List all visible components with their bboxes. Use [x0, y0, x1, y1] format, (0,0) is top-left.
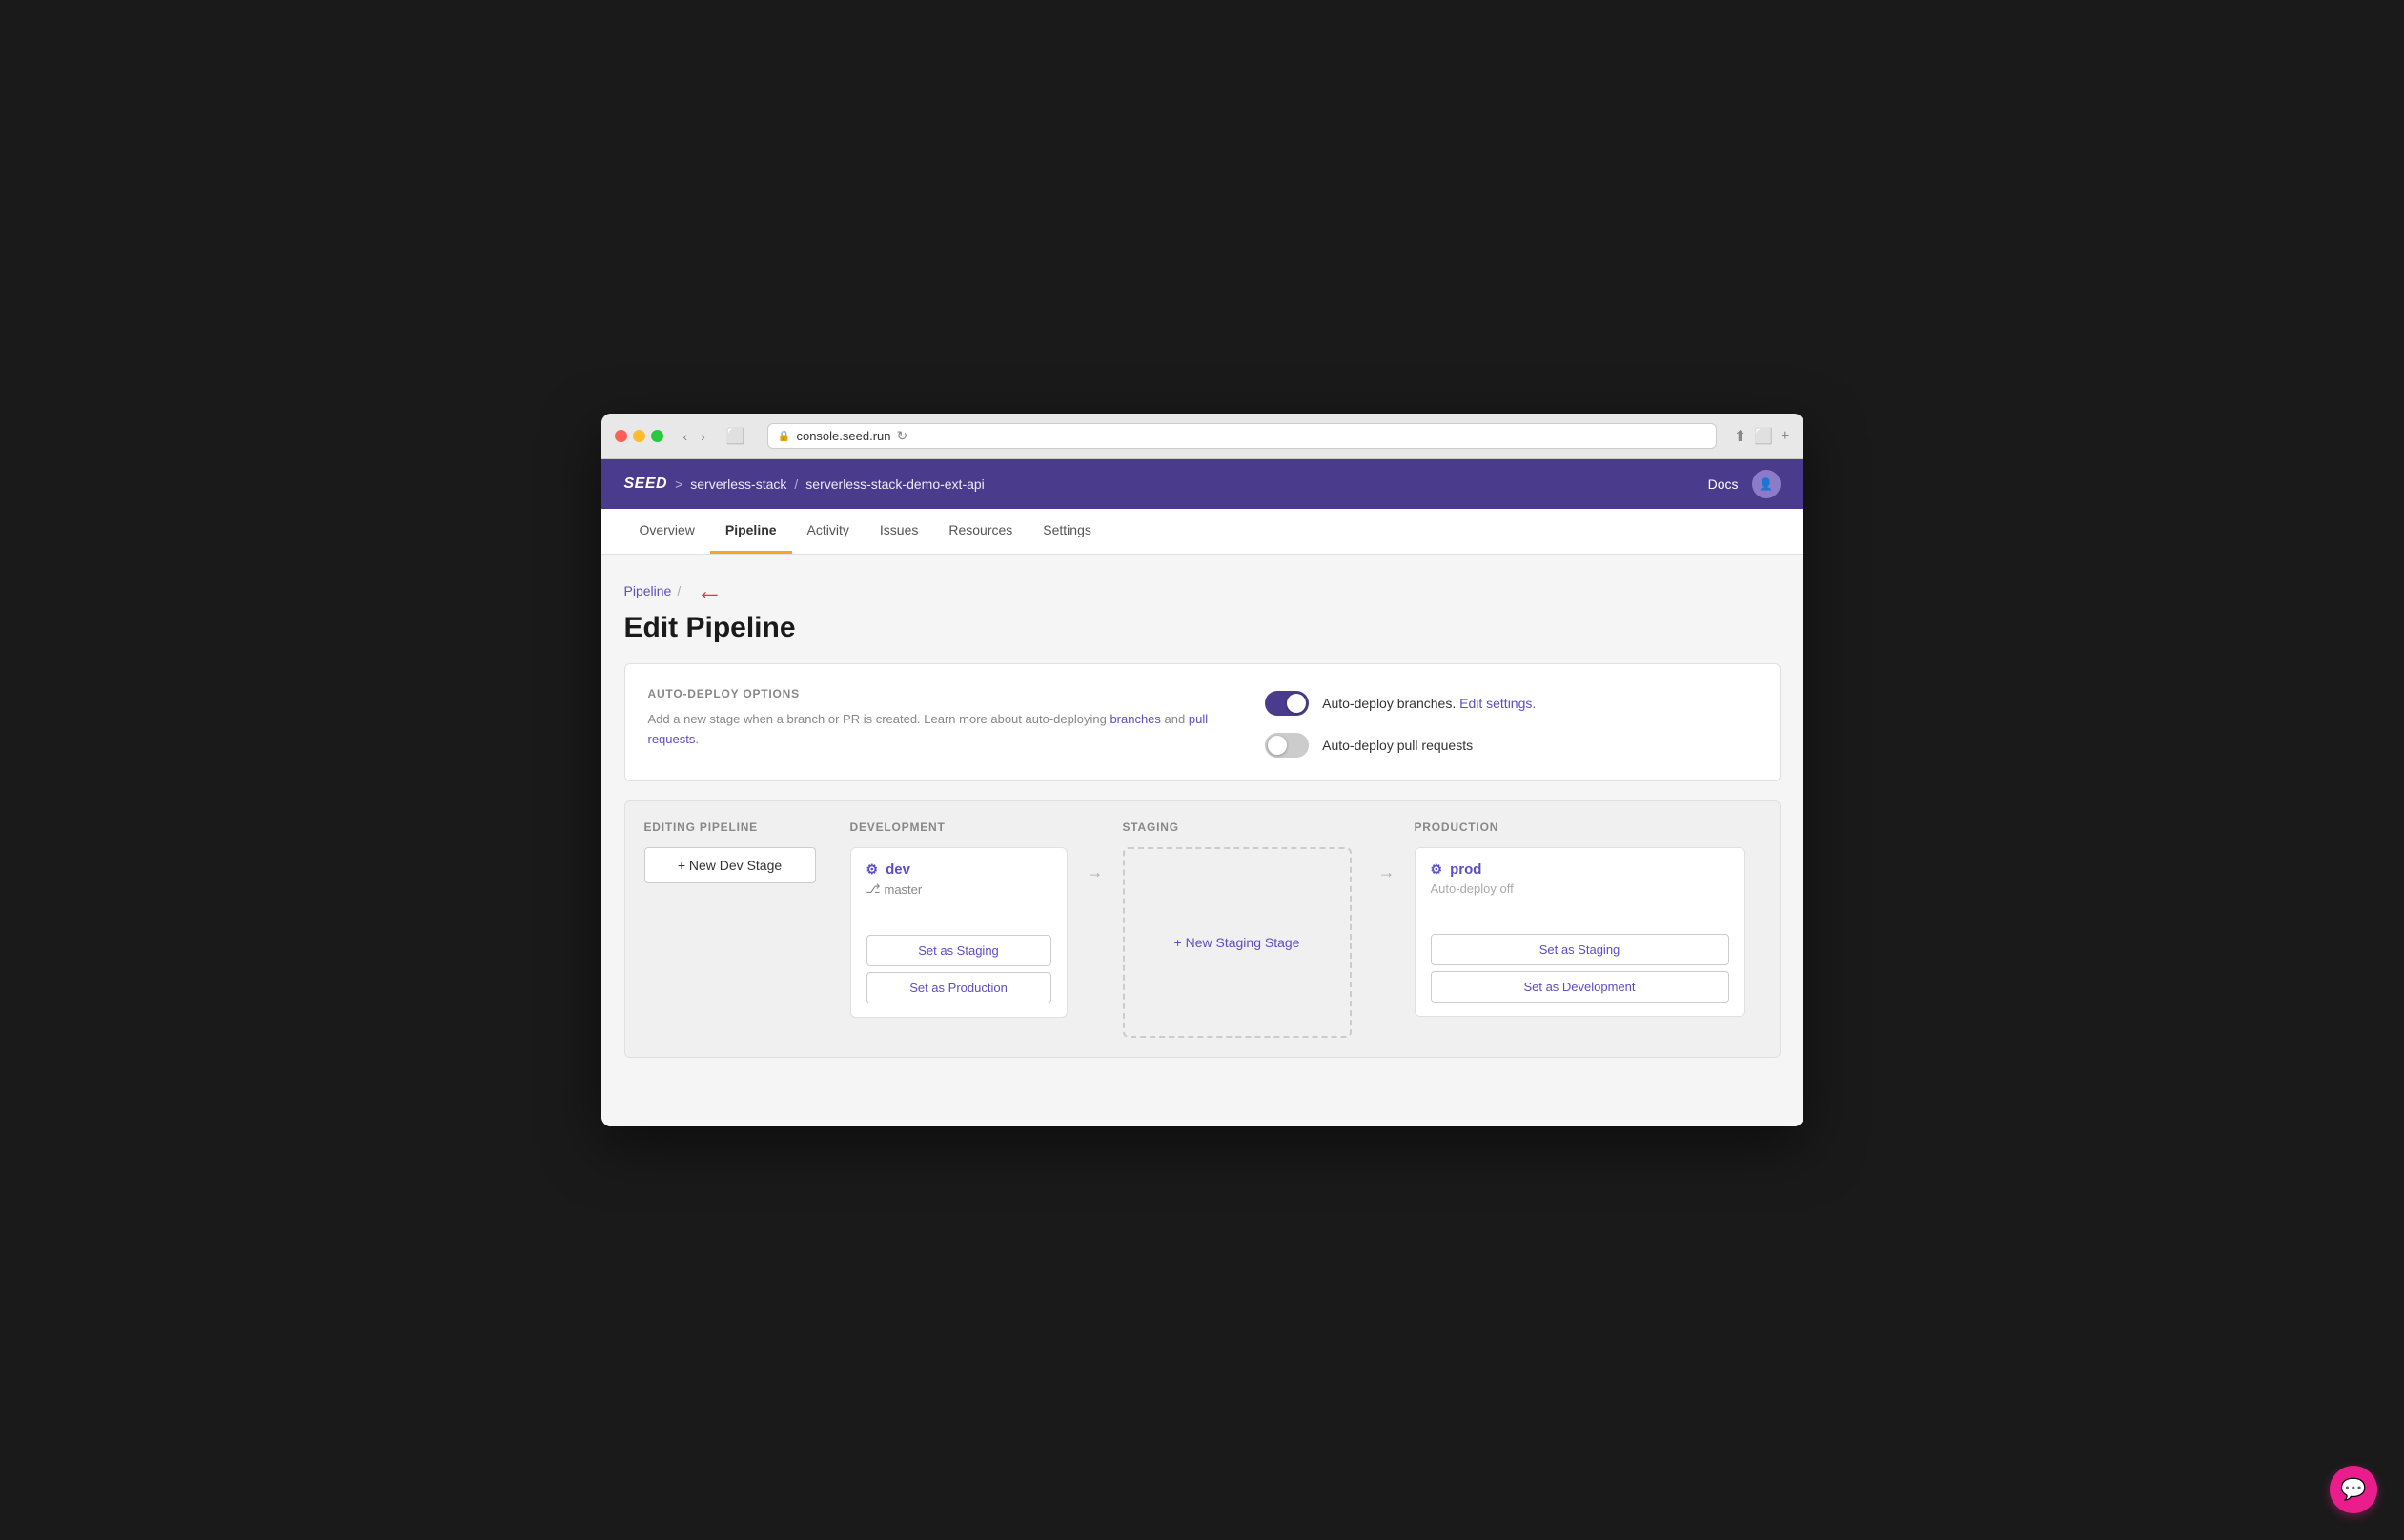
minimize-dot[interactable]: [633, 430, 645, 442]
dev-stage-card: ⚙ dev ⎇ master Set as Staging Set as Pro…: [850, 847, 1068, 1018]
tab-activity[interactable]: Activity: [792, 509, 865, 554]
breadcrumb-slash: /: [794, 476, 798, 492]
seed-logo[interactable]: SEED: [624, 476, 668, 493]
address-bar[interactable]: 🔒 console.seed.run ↻: [767, 423, 1717, 449]
tab-pipeline[interactable]: Pipeline: [710, 509, 792, 554]
new-staging-stage-button[interactable]: + New Staging Stage: [1123, 847, 1352, 1038]
url-text: console.seed.run: [796, 429, 890, 443]
tab-resources[interactable]: Resources: [933, 509, 1028, 554]
development-label: DEVELOPMENT: [850, 821, 1068, 834]
prod-stage-name[interactable]: prod: [1450, 861, 1481, 878]
toggle-pr[interactable]: [1265, 733, 1309, 758]
breadcrumb-app[interactable]: serverless-stack-demo-ext-api: [805, 476, 985, 492]
prod-stage-card: ⚙ prod Auto-deploy off Set as Staging Se…: [1415, 847, 1745, 1017]
traffic-lights: [615, 430, 663, 442]
reload-button[interactable]: ↻: [896, 428, 907, 444]
chat-button[interactable]: 💬: [2330, 1466, 2377, 1513]
toggle-pr-label: Auto-deploy pull requests: [1322, 738, 1473, 753]
toggle-branches-label: Auto-deploy branches. Edit settings.: [1322, 696, 1536, 711]
dev-set-production-button[interactable]: Set as Production: [866, 972, 1051, 1003]
breadcrumb-org[interactable]: serverless-stack: [690, 476, 786, 492]
forward-button[interactable]: ›: [696, 427, 710, 446]
dev-branch: master: [884, 882, 922, 897]
gear-icon-prod: ⚙: [1431, 861, 1443, 878]
arrow-dev-staging: →: [1083, 862, 1108, 882]
auto-deploy-card: AUTO-DEPLOY OPTIONS Add a new stage when…: [624, 663, 1781, 781]
breadcrumb: Pipeline / ←: [624, 578, 1781, 604]
prod-set-staging-button[interactable]: Set as Staging: [1431, 934, 1729, 965]
branch-icon-dev: ⎇: [866, 881, 881, 897]
arrow-staging-prod: →: [1375, 862, 1399, 882]
auto-deploy-label: AUTO-DEPLOY OPTIONS: [648, 687, 1209, 700]
edit-settings-link[interactable]: Edit settings.: [1459, 696, 1536, 711]
toggle-branches[interactable]: [1265, 691, 1309, 716]
share-button[interactable]: ⬆: [1734, 427, 1746, 446]
back-arrow: ←: [696, 578, 723, 604]
new-tab-button[interactable]: +: [1781, 427, 1789, 446]
chat-icon: 💬: [2340, 1477, 2366, 1502]
pipeline-breadcrumb-link[interactable]: Pipeline: [624, 583, 672, 598]
breadcrumb-slash-2: /: [677, 583, 681, 598]
toggle-pr-row: Auto-deploy pull requests: [1265, 733, 1536, 758]
breadcrumb-separator: >: [675, 476, 682, 492]
new-dev-stage-button[interactable]: + New Dev Stage: [644, 847, 816, 883]
tab-settings[interactable]: Settings: [1028, 509, 1107, 554]
maximize-dot[interactable]: [651, 430, 663, 442]
dev-set-staging-button[interactable]: Set as Staging: [866, 935, 1051, 966]
production-label: PRODUCTION: [1415, 821, 1745, 834]
nav-tabs: Overview Pipeline Activity Issues Resour…: [601, 509, 1803, 555]
tab-issues[interactable]: Issues: [865, 509, 933, 554]
page-title: Edit Pipeline: [624, 612, 1781, 644]
toggle-branches-row: Auto-deploy branches. Edit settings.: [1265, 691, 1536, 716]
close-dot[interactable]: [615, 430, 627, 442]
dev-stage-name[interactable]: dev: [886, 861, 910, 878]
prod-set-dev-button[interactable]: Set as Development: [1431, 971, 1729, 1003]
staging-label: STAGING: [1123, 821, 1359, 834]
pipeline-card: EDITING PIPELINE + New Dev Stage DEVELOP…: [624, 800, 1781, 1058]
lock-icon: 🔒: [778, 430, 791, 442]
prod-auto-deploy: Auto-deploy off: [1431, 881, 1729, 896]
tab-overview[interactable]: Overview: [624, 509, 710, 554]
duplicate-tab-button[interactable]: ⬜: [1754, 427, 1773, 446]
editing-pipeline-label: EDITING PIPELINE: [644, 821, 816, 834]
avatar[interactable]: 👤: [1752, 470, 1781, 498]
back-button[interactable]: ‹: [679, 427, 693, 446]
branches-link[interactable]: branches: [1110, 712, 1160, 726]
sidebar-button[interactable]: ⬜: [722, 425, 750, 448]
docs-link[interactable]: Docs: [1708, 476, 1739, 492]
gear-icon-dev: ⚙: [866, 861, 879, 878]
app-header: SEED > serverless-stack / serverless-sta…: [601, 459, 1803, 509]
auto-deploy-desc: Add a new stage when a branch or PR is c…: [648, 710, 1209, 750]
page-content: Pipeline / ← Edit Pipeline AUTO-DEPLOY O…: [601, 555, 1803, 1126]
